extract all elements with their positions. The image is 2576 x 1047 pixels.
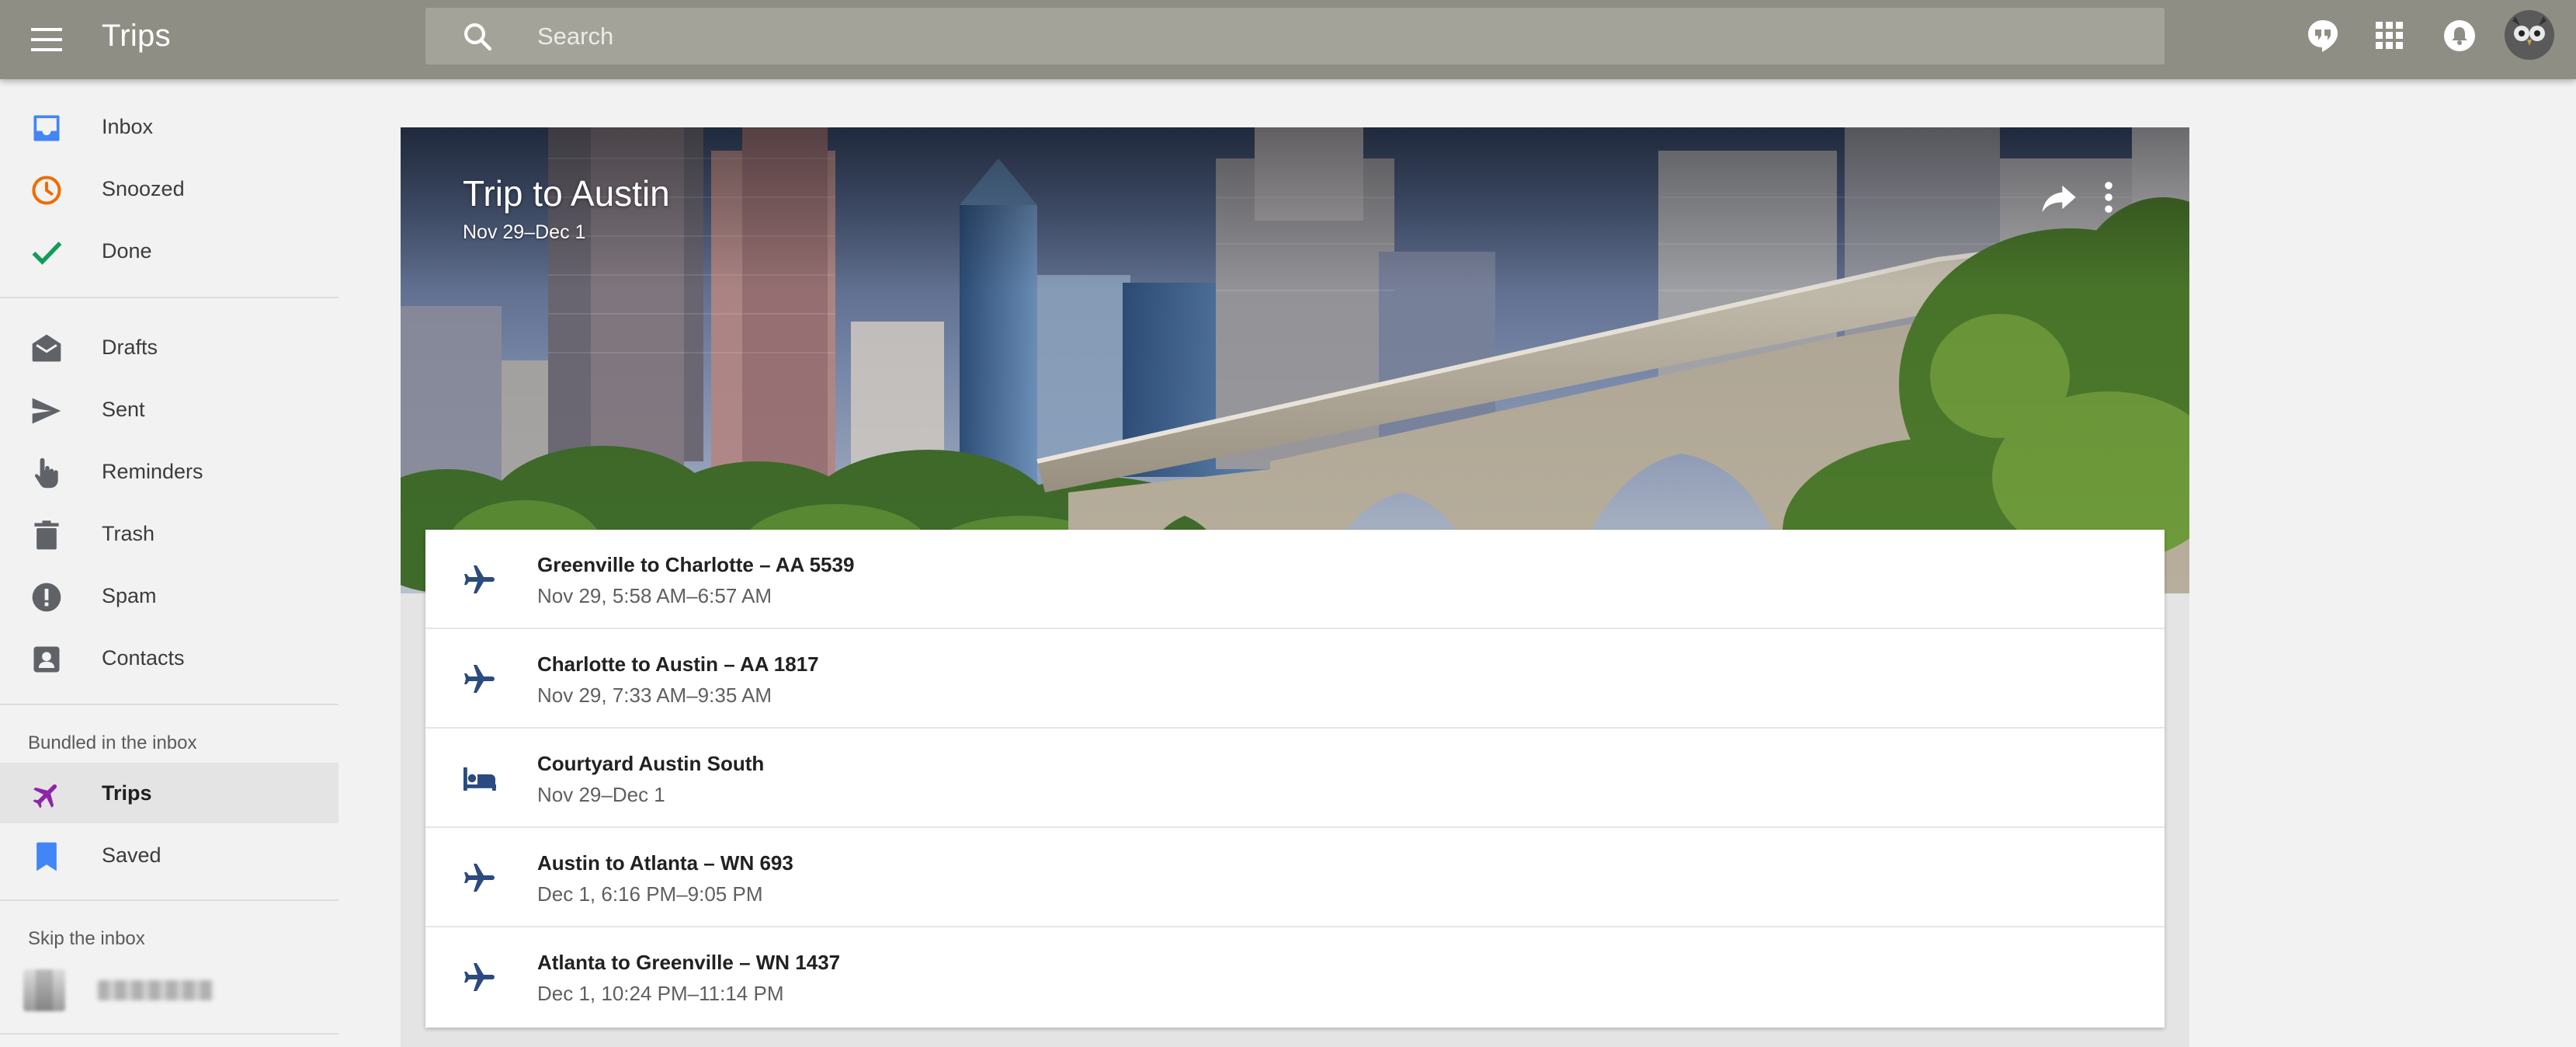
owl-avatar-icon xyxy=(2505,10,2554,60)
sidebar-divider xyxy=(0,704,338,705)
list-item[interactable]: Courtyard Austin South Nov 29–Dec 1 xyxy=(425,729,2165,828)
sidebar-item-label: Snoozed xyxy=(102,177,185,200)
sidebar-item-trash[interactable]: Trash xyxy=(0,503,338,564)
envelope-open-icon xyxy=(32,334,61,362)
sidebar-item-label: Drafts xyxy=(102,336,158,359)
sidebar-item-trips[interactable]: Trips xyxy=(0,763,338,823)
item-subtitle: Nov 29–Dec 1 xyxy=(537,783,665,806)
sidebar-item-spam[interactable]: Spam xyxy=(0,565,338,626)
alert-icon xyxy=(32,583,61,612)
list-item[interactable]: Atlanta to Greenville – WN 1437 Dec 1, 1… xyxy=(425,927,2165,1027)
search-icon[interactable] xyxy=(461,20,494,53)
airplane-icon xyxy=(33,784,57,809)
item-title: Greenville to Charlotte – AA 5539 xyxy=(537,553,855,576)
blurred-contact-avatar[interactable] xyxy=(23,969,65,1011)
main-menu-button[interactable] xyxy=(23,16,70,63)
contact-card-icon xyxy=(33,646,60,673)
pointing-hand-icon xyxy=(34,457,58,489)
airplane-icon xyxy=(464,665,495,693)
sidebar-item-done[interactable]: Done xyxy=(0,221,338,281)
sidebar-item-label: Saved xyxy=(102,844,161,867)
sidebar-item-label: Trips xyxy=(102,781,152,805)
item-title: Courtyard Austin South xyxy=(537,752,765,775)
sidebar-divider xyxy=(0,297,338,298)
more-vert-icon xyxy=(2105,182,2113,213)
sidebar-item-contacts[interactable]: Contacts xyxy=(0,628,338,688)
airplane-icon xyxy=(464,565,495,593)
trash-icon xyxy=(34,520,59,550)
sidebar-item-label: Reminders xyxy=(102,460,203,483)
airplane-icon xyxy=(464,864,495,892)
sidebar-item-label: Trash xyxy=(102,522,155,545)
item-title: Austin to Atlanta – WN 693 xyxy=(537,851,793,875)
account-avatar[interactable] xyxy=(2505,10,2554,60)
list-item[interactable]: Greenville to Charlotte – AA 5539 Nov 29… xyxy=(425,530,2165,629)
hangouts-icon xyxy=(2308,20,2338,52)
apps-button[interactable] xyxy=(2371,17,2408,54)
list-item[interactable]: Charlotte to Austin – AA 1817 Nov 29, 7:… xyxy=(425,629,2165,729)
sidebar-item-label: Contacts xyxy=(102,646,185,670)
item-title: Atlanta to Greenville – WN 1437 xyxy=(537,951,841,974)
sidebar-item-snoozed[interactable]: Snoozed xyxy=(0,158,338,219)
airplane-icon xyxy=(464,963,495,991)
trip-dates: Nov 29–Dec 1 xyxy=(463,221,586,243)
sidebar-item-drafts[interactable]: Drafts xyxy=(0,317,338,377)
hamburger-menu-icon xyxy=(31,28,62,51)
bundled-section-header: Bundled in the inbox xyxy=(28,732,197,753)
bookmark-icon xyxy=(36,842,57,871)
app-title: Trips xyxy=(102,19,171,53)
trip-items-list: Greenville to Charlotte – AA 5539 Nov 29… xyxy=(425,530,2165,1028)
sidebar-divider xyxy=(0,1033,338,1035)
sidebar-item-label: Inbox xyxy=(102,115,154,138)
list-item[interactable]: Austin to Atlanta – WN 693 Dec 1, 6:16 P… xyxy=(425,828,2165,927)
checkmark-icon xyxy=(32,242,62,265)
notifications-button[interactable] xyxy=(2441,17,2478,54)
navigation-sidebar: Inbox Snoozed Done Drafts Sent Reminders xyxy=(0,79,342,1047)
hangouts-button[interactable] xyxy=(2304,17,2342,54)
search-bar[interactable] xyxy=(425,8,2165,64)
hotel-bed-icon xyxy=(463,767,496,791)
sidebar-divider xyxy=(0,899,338,901)
sidebar-item-label: Spam xyxy=(102,584,157,607)
item-subtitle: Dec 1, 6:16 PM–9:05 PM xyxy=(537,882,763,906)
send-icon xyxy=(32,398,61,424)
notifications-icon xyxy=(2444,20,2475,51)
search-input[interactable] xyxy=(537,17,2090,56)
sidebar-item-label: Sent xyxy=(102,398,145,421)
trip-title: Trip to Austin xyxy=(463,173,670,214)
inbox-icon xyxy=(33,115,60,141)
item-subtitle: Nov 29, 7:33 AM–9:35 AM xyxy=(537,684,772,707)
skip-inbox-section-header: Skip the inbox xyxy=(28,928,145,949)
item-subtitle: Dec 1, 10:24 PM–11:14 PM xyxy=(537,982,784,1005)
sidebar-item-inbox[interactable]: Inbox xyxy=(0,96,338,157)
sidebar-item-reminders[interactable]: Reminders xyxy=(0,441,338,502)
blurred-contact-name[interactable] xyxy=(98,980,213,1000)
item-subtitle: Nov 29, 5:58 AM–6:57 AM xyxy=(537,584,772,607)
apps-grid-icon xyxy=(2376,22,2403,49)
clock-icon xyxy=(32,176,61,205)
share-trip-button[interactable] xyxy=(2039,177,2079,217)
item-title: Charlotte to Austin – AA 1817 xyxy=(537,652,819,676)
sidebar-item-saved[interactable]: Saved xyxy=(0,825,338,885)
share-arrow-icon xyxy=(2042,185,2076,213)
top-app-bar: Trips xyxy=(0,0,2576,79)
sidebar-item-sent[interactable]: Sent xyxy=(0,379,338,440)
sidebar-item-label: Done xyxy=(102,239,152,263)
more-options-button[interactable] xyxy=(2095,177,2123,217)
